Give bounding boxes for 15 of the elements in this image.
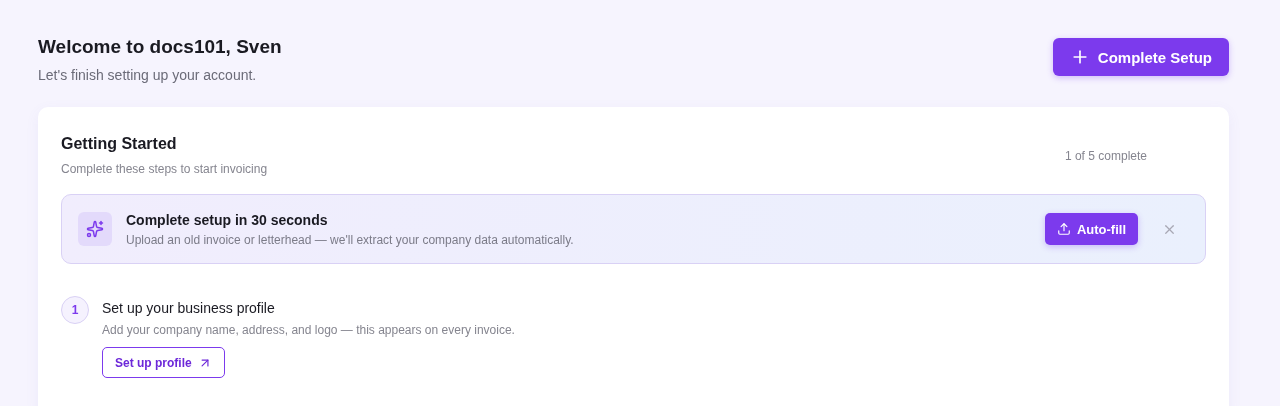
autofill-button[interactable]: Auto-fill [1044, 213, 1138, 245]
set-up-profile-button[interactable]: Set up profile [102, 347, 225, 378]
upload-icon [1056, 222, 1071, 236]
card-title: Getting Started [61, 135, 178, 153]
progress-text: 1 of 5 complete [1064, 149, 1147, 163]
page-subtitle: Let's finish setting up your account. [38, 67, 258, 83]
banner-text: Upload an old invoice or letterhead — we'll extract your company data automatically. [126, 232, 575, 247]
card-subtitle: Complete these steps to start invoicing [61, 162, 268, 176]
step-description: Add your company name, address, and logo — this appears on every invoice. [102, 323, 515, 337]
step-number: 1 [61, 296, 89, 324]
page-title: Welcome to docs101, Sven [38, 36, 282, 58]
banner-title: Complete setup in 30 seconds [126, 211, 329, 228]
step-title: Set up your business profile [102, 300, 276, 316]
complete-setup-button[interactable]: Complete Setup [1052, 38, 1229, 76]
sparkles-icon [78, 212, 112, 246]
